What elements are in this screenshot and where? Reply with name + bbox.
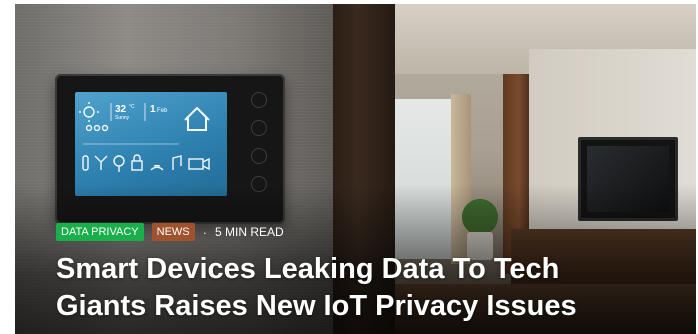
- circle-button-icon: [251, 120, 267, 136]
- fan-icon: [94, 155, 108, 170]
- camera-icon: [188, 158, 204, 170]
- read-time: 5 MIN READ: [214, 225, 284, 239]
- thermostat-date-month: Feb: [157, 108, 168, 114]
- category-tag-data-privacy[interactable]: DATA PRIVACY: [56, 223, 144, 241]
- thermostat-condition: Sunny: [115, 115, 130, 121]
- thermostat-temperature: 32: [115, 104, 127, 115]
- circle-button-icon: [251, 92, 267, 108]
- bulb-icon: [113, 155, 125, 167]
- lock-icon: [131, 160, 143, 171]
- article-meta: DATA PRIVACY NEWS · 5 MIN READ: [56, 223, 284, 241]
- sun-icon: [83, 106, 95, 118]
- thermometer-icon: [82, 155, 89, 171]
- thermostat-screen-graphics: 32 °C Sunny 1 Feb: [79, 102, 210, 172]
- hero-article-card[interactable]: 32 °C Sunny 1 Feb DATA PRIVACY NEWS · 5 …: [15, 4, 696, 334]
- home-icon: [184, 106, 210, 131]
- music-icon: [172, 155, 182, 170]
- article-title-link[interactable]: Smart Devices Leaking Data To Tech Giant…: [56, 251, 656, 325]
- thermostat-date-day: 1: [150, 104, 156, 115]
- meta-separator: ·: [202, 224, 207, 240]
- thermostat-unit: °C: [129, 104, 135, 110]
- thermostat-screen: 32 °C Sunny 1 Feb: [75, 92, 227, 196]
- circle-button-icon: [251, 148, 267, 164]
- wifi-icon: [150, 164, 164, 171]
- category-tag-news[interactable]: NEWS: [151, 223, 195, 241]
